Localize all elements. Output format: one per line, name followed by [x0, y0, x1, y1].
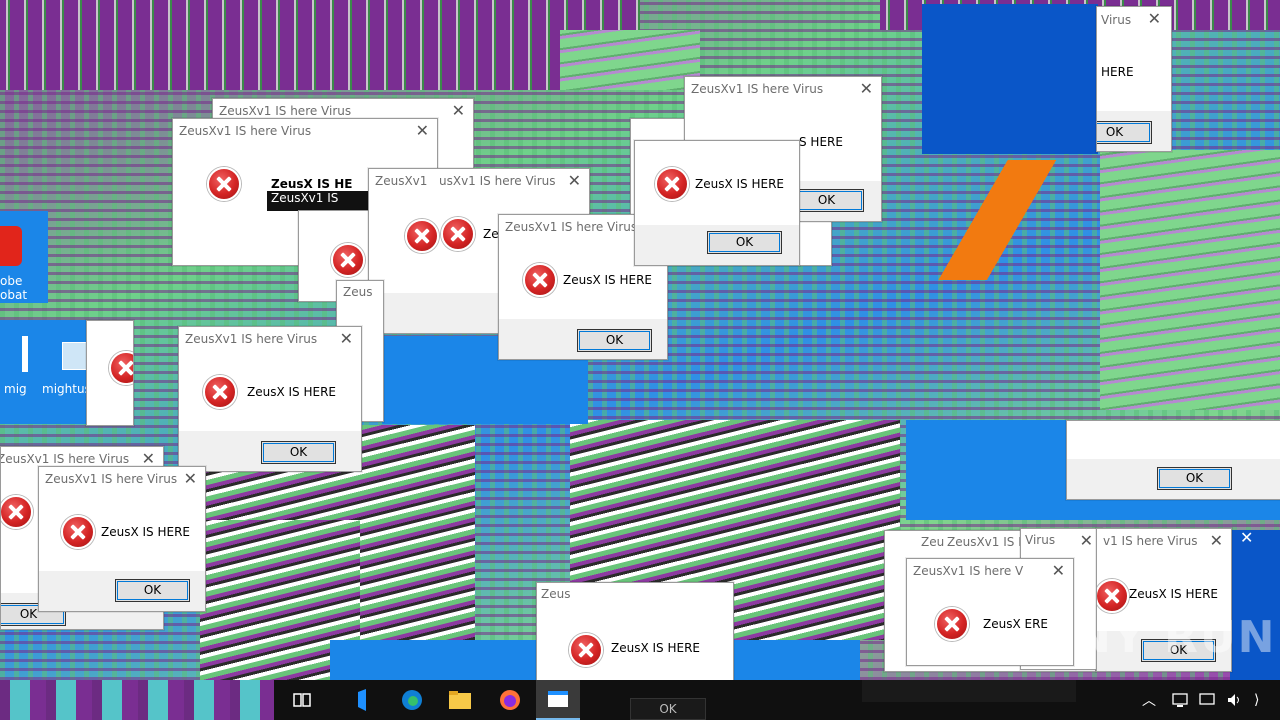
close-icon[interactable]: ✕	[1210, 531, 1223, 550]
ok-button[interactable]: OK	[115, 579, 190, 602]
image-file-icon[interactable]	[62, 342, 88, 370]
close-icon[interactable]: ✕	[1052, 561, 1065, 580]
close-icon[interactable]: ✕	[568, 171, 581, 190]
error-icon	[441, 217, 475, 251]
volume-icon[interactable]	[1226, 680, 1244, 720]
error-dialog-fragment	[86, 320, 134, 426]
close-icon[interactable]: ✕	[1240, 528, 1268, 552]
dialog-title: ZeusXv1 IS here Virus	[179, 124, 312, 138]
dialog-message: S HERE	[799, 135, 843, 149]
dialog-title: Zeus	[343, 285, 373, 299]
close-icon[interactable]: ✕	[416, 121, 429, 140]
dialog-message: ZeusX IS HERE	[247, 385, 336, 399]
dialog-title: Virus	[1101, 13, 1132, 27]
desktop-blue-area	[330, 640, 540, 680]
dialog-title: ZeusXv1 IS here V	[913, 564, 1024, 578]
dialog-title: v1 IS here Virus	[1103, 534, 1198, 548]
error-icon	[523, 263, 557, 297]
dialog-title: ZeusXv1 IS here Virus	[505, 220, 638, 234]
file-explorer-icon[interactable]	[438, 680, 482, 720]
dialog-title: Zeus	[541, 587, 571, 601]
glitch-band	[0, 680, 274, 720]
error-icon	[207, 167, 241, 201]
error-dialog-fragment: Virus ✕ HERE OK	[1096, 6, 1172, 152]
task-view-icon[interactable]	[280, 680, 324, 720]
desktop-background: obe obat mig mightus ZeusXv1 IS here Vir…	[0, 0, 1280, 680]
dialog-message: ZeusX IS HE	[271, 177, 353, 191]
error-dialog: ZeusXv1 IS here Virus ✕ ZeusX IS HERE OK	[178, 326, 362, 472]
desktop-icon-label[interactable]: obe obat	[0, 274, 40, 302]
error-dialog-fragment: OK	[1066, 420, 1280, 500]
error-icon	[569, 633, 603, 667]
ok-button[interactable]: OK	[789, 189, 864, 212]
error-icon	[203, 375, 237, 409]
ok-button[interactable]: OK	[1157, 467, 1232, 490]
error-dialog-fragment: Zeus ZeusX IS HERE	[536, 582, 734, 680]
close-icon[interactable]: ✕	[184, 469, 197, 488]
dialog-message: Ze	[483, 227, 499, 241]
glitch-band	[560, 30, 700, 90]
dialog-message: ZeusX IS HERE	[611, 641, 700, 655]
dialog-title: ZeusXv1 IS here Virus	[185, 332, 318, 346]
file-icon[interactable]	[22, 336, 28, 372]
dialog-title: ZeusXv1 IS here Virus	[0, 452, 130, 466]
desktop-icon-label[interactable]: mig	[4, 382, 27, 396]
watermark-logo: ANY RUN	[1038, 612, 1277, 663]
dialog-message: ZeusX IS HERE	[563, 273, 652, 287]
desktop-icon-label[interactable]: mightus	[42, 382, 91, 396]
ok-button[interactable]: OK	[577, 329, 652, 352]
edge-icon[interactable]	[390, 680, 434, 720]
ok-button[interactable]: OK	[630, 698, 706, 720]
ok-button[interactable]: OK	[261, 441, 336, 464]
error-icon	[331, 243, 365, 277]
taskbar: OK ︿ ⟩	[0, 680, 1280, 720]
close-icon[interactable]: ✕	[1148, 9, 1161, 28]
dialog-title: ZeusXv1 IS here Virus	[219, 104, 352, 118]
error-icon	[1, 495, 33, 529]
monitor-icon[interactable]	[1198, 680, 1216, 720]
glitch-band	[900, 160, 1100, 280]
glitch-title-overlay: ZeusXv1 IS	[267, 191, 371, 211]
dialog-message: HERE	[1101, 65, 1134, 79]
error-icon	[1097, 579, 1129, 613]
dialog-title: Zeu	[921, 535, 945, 549]
dialog-title: Virus	[1025, 533, 1056, 547]
dialog-message: ZeusX IS HERE	[1129, 587, 1218, 601]
error-dialog: ZeusX IS HERE OK	[634, 140, 800, 266]
glitch-band	[0, 0, 640, 90]
desktop-blue-area	[922, 4, 1098, 154]
firefox-icon[interactable]	[488, 680, 532, 720]
acrobat-icon[interactable]	[0, 226, 22, 266]
error-icon	[655, 167, 689, 201]
error-icon	[935, 607, 969, 641]
close-icon[interactable]: ✕	[860, 79, 873, 98]
notification-icon[interactable]: ⟩	[1254, 680, 1259, 720]
dialog-message: ZeusX IS HERE	[101, 525, 190, 539]
dialog-title: usXv1 IS here Virus	[439, 174, 556, 188]
close-icon[interactable]: ✕	[452, 101, 465, 120]
dialog-title: ZeusXv1 IS here Virus	[45, 472, 178, 486]
glitch-band	[1100, 150, 1280, 410]
close-icon[interactable]: ✕	[1080, 531, 1093, 550]
ok-button[interactable]: OK	[1097, 121, 1152, 144]
dialog-title: ZeusXv1 IS here Virus	[691, 82, 824, 96]
cortana-icon[interactable]	[340, 680, 384, 720]
close-icon[interactable]: ✕	[340, 329, 353, 348]
error-icon	[109, 351, 133, 385]
window-app-icon[interactable]	[536, 680, 580, 720]
error-dialog: ZeusXv1 IS here Virus ✕ ZeusX IS HERE OK	[38, 466, 206, 612]
dialog-title: ZeusXv1	[375, 174, 428, 188]
chevron-up-icon[interactable]: ︿	[1142, 680, 1156, 720]
dialog-title: ZeusXv1 IS I	[947, 535, 1022, 549]
error-icon	[405, 219, 439, 253]
error-icon	[61, 515, 95, 549]
network-icon[interactable]	[1172, 680, 1190, 720]
ok-button[interactable]: OK	[707, 231, 782, 254]
desktop-blue-area	[730, 640, 860, 680]
dialog-message: ZeusX IS HERE	[695, 177, 784, 191]
glitch-band	[862, 680, 1076, 702]
